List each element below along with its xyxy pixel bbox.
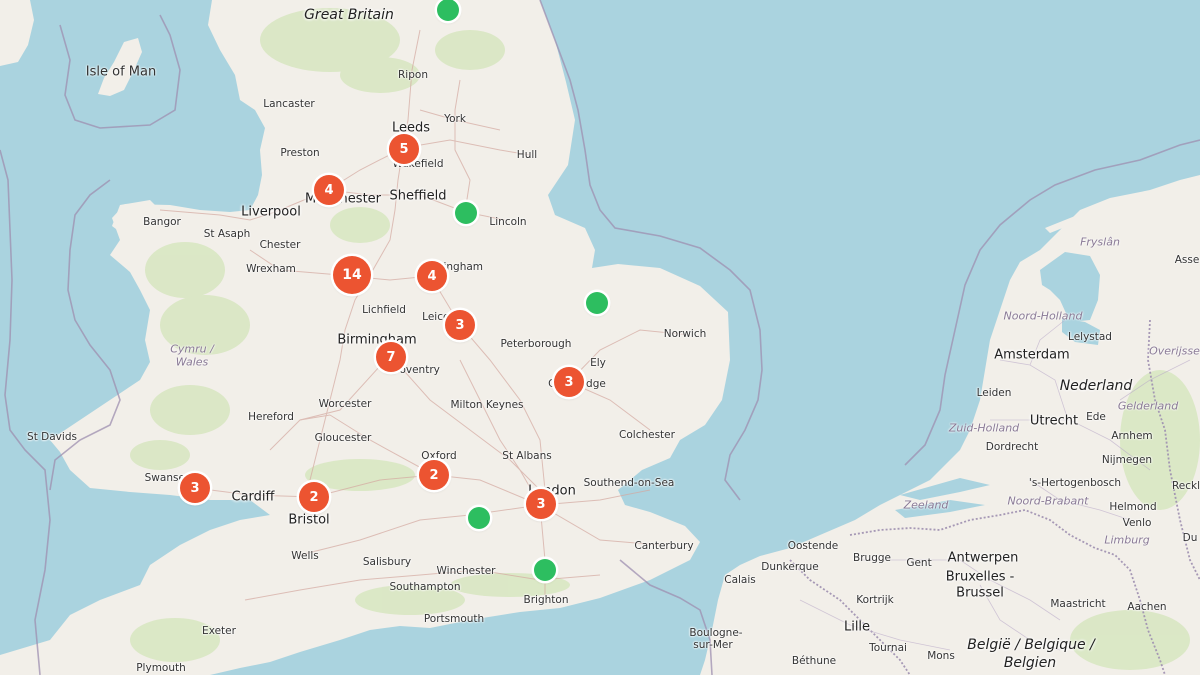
- cluster-marker[interactable]: 2: [419, 460, 449, 490]
- cluster-marker[interactable]: 3: [554, 367, 584, 397]
- cluster-marker[interactable]: 2: [299, 482, 329, 512]
- cluster-marker[interactable]: 3: [445, 310, 475, 340]
- cluster-marker[interactable]: 4: [314, 175, 344, 205]
- location-marker[interactable]: [586, 292, 608, 314]
- map-view[interactable]: Great Britain Isle of Man Ripon Lancaste…: [0, 0, 1200, 675]
- location-marker[interactable]: [534, 559, 556, 581]
- location-marker[interactable]: [468, 507, 490, 529]
- cluster-marker[interactable]: 7: [376, 342, 406, 372]
- location-marker[interactable]: [437, 0, 459, 21]
- cluster-marker[interactable]: 5: [389, 134, 419, 164]
- cluster-marker[interactable]: 3: [180, 473, 210, 503]
- map-base-layer: [0, 0, 1200, 675]
- cluster-marker[interactable]: 4: [417, 261, 447, 291]
- cluster-marker[interactable]: 3: [526, 489, 556, 519]
- location-marker[interactable]: [455, 202, 477, 224]
- cluster-marker[interactable]: 14: [333, 256, 371, 294]
